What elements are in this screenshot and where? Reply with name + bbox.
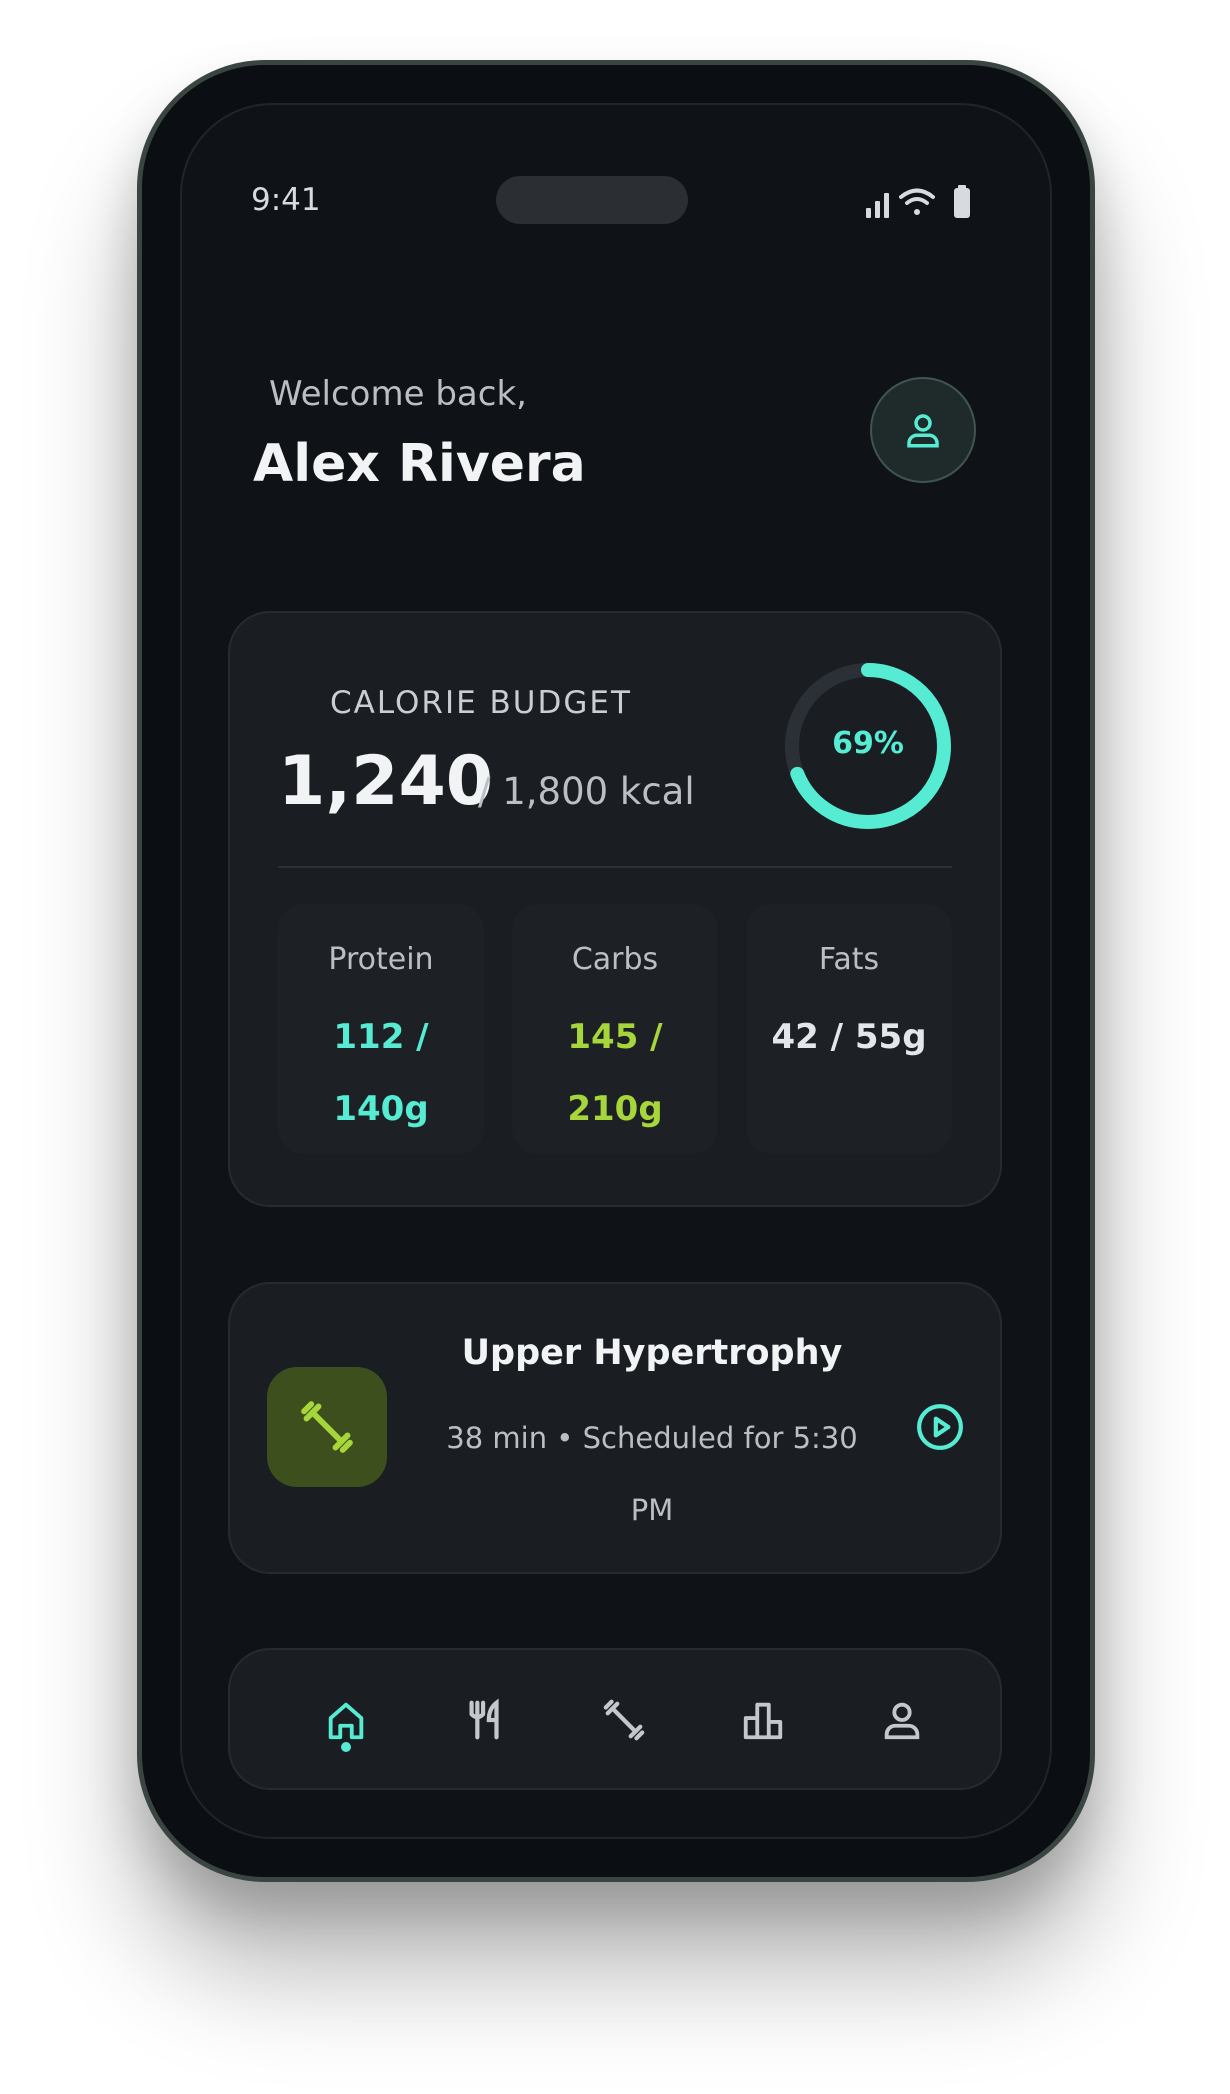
battery-icon [954,185,970,218]
macro-fats: Fats 42 / 55g [746,904,952,1154]
macro-name: Protein [328,942,434,977]
calorie-percent: 69% [832,726,904,761]
workout-icon-tile [267,1367,387,1487]
status-icons [866,185,970,218]
macro-carbs: Carbs 145 / 210g [512,904,718,1154]
macro-value: 145 / 210g [567,1017,663,1129]
macro-value: 42 / 55g [771,1017,927,1057]
profile-button[interactable] [870,377,976,483]
play-icon[interactable] [915,1402,965,1452]
status-time: 9:41 [251,182,321,218]
dynamic-island [496,176,688,224]
signal-icon [866,193,889,218]
nav-stats[interactable] [733,1690,793,1750]
nav-workouts[interactable] [594,1690,654,1750]
calorie-goal: / 1,800 kcal [478,770,695,813]
welcome-text: Welcome back, [269,374,527,414]
nav-active-indicator [341,1742,351,1752]
home-icon [328,1702,364,1740]
macro-name: Carbs [571,942,659,977]
divider [278,866,952,868]
user-icon [907,414,939,448]
utensils-icon [469,1698,499,1740]
calorie-label: CALORIE BUDGET [330,685,632,721]
workout-title: Upper Hypertrophy [461,1333,843,1373]
dumbbell-icon [301,1401,353,1453]
nav-home[interactable] [316,1690,376,1750]
nav-meals[interactable] [455,1690,515,1750]
user-icon [884,1702,920,1740]
calorie-consumed: 1,240 [278,742,494,821]
macro-value: 112 / 140g [333,1017,429,1129]
wifi-icon [899,188,935,215]
bar-chart-icon [743,1702,783,1740]
nav-profile[interactable] [872,1690,932,1750]
macro-name: Fats [818,942,880,977]
workout-subtitle: 38 min • Scheduled for 5:30 PM [446,1421,858,1527]
dumbbell-icon [603,1699,645,1741]
macro-protein: Protein 112 / 140g [278,904,484,1154]
user-name: Alex Rivera [253,434,586,494]
